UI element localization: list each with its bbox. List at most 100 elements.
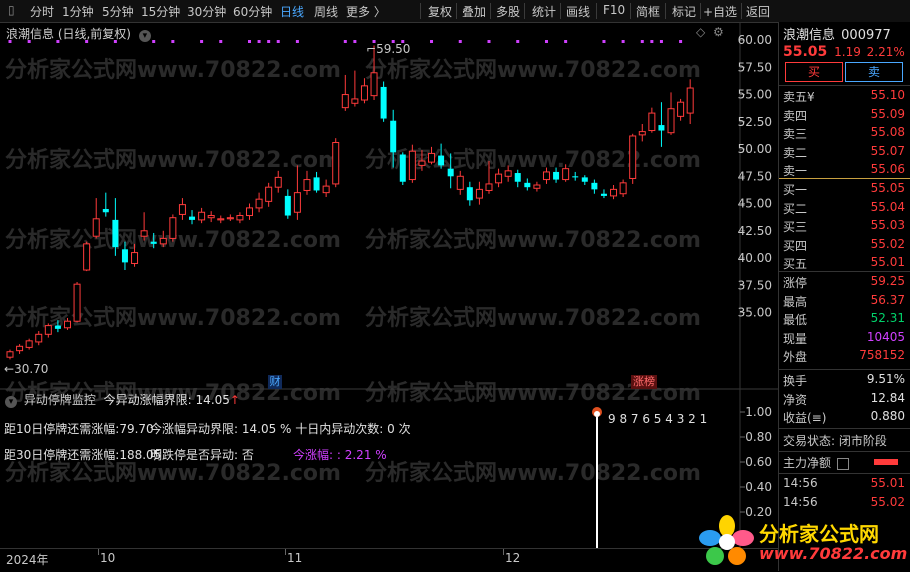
ten-day-label: 距10日停牌还需涨幅: [4, 422, 120, 436]
tab-timeframe-30min[interactable]: 30分钟 [187, 3, 226, 20]
ask-row[interactable]: 卖三 55.08 [783, 125, 907, 143]
ask-label: 卖二 [783, 145, 808, 160]
signal-dot [85, 40, 89, 43]
stat-row[interactable]: 外盘 758152 [783, 348, 907, 366]
today-gain-value: 2.21 % [344, 448, 387, 462]
candle [313, 171, 320, 193]
ask-price: 55.09 [870, 106, 905, 121]
financial-event-marker[interactable]: 财 [268, 375, 282, 389]
candle [189, 210, 196, 225]
tab-timeframe-minute[interactable]: 分时 [30, 3, 54, 20]
tab-timeframe-daily[interactable]: 日线 [280, 3, 304, 20]
tab-timeframe-60min[interactable]: 60分钟 [233, 3, 272, 20]
price-tick-label: 40.00 [738, 251, 772, 265]
restore-rights-button[interactable]: 复权 [428, 3, 452, 20]
tick-row[interactable]: 14:56 55.02 [783, 495, 907, 513]
buy-button[interactable]: 买 [785, 62, 843, 82]
signal-dot [257, 40, 261, 43]
countdown-text: 9 8 7 6 5 4 3 2 1 [608, 412, 708, 426]
fundamental-row[interactable]: 收益(≡) 0.880 [783, 409, 907, 427]
net-flow-bar [874, 459, 898, 465]
indicator-axis: 1.000.800.600.400.20 [740, 405, 772, 519]
tab-timeframe-5min[interactable]: 5分钟 [102, 3, 134, 20]
fundamental-row[interactable]: 净资 12.84 [783, 391, 907, 409]
fundamental-row[interactable]: 换手 9.51% [783, 372, 907, 390]
ask-row[interactable]: 卖四 55.09 [783, 107, 907, 125]
tab-timeframe-15min[interactable]: 15分钟 [141, 3, 180, 20]
price-tick-label: 57.50 [738, 60, 772, 74]
stat-label: 最高 [783, 294, 808, 309]
price-tick-label: 50.00 [738, 142, 772, 156]
ask-row[interactable]: 卖二 55.07 [783, 144, 907, 162]
limit-down-value: 否 [241, 448, 254, 462]
candle [572, 171, 579, 181]
signal-dot [56, 40, 60, 43]
candle [265, 182, 273, 207]
draw-line-button[interactable]: 画线 [566, 3, 590, 20]
price-tick-label: 52.50 [738, 115, 772, 129]
price-axis: 60.00 57.50 55.00 52.50 50.00 47.50 45.00 42.50… [738, 33, 772, 319]
gain-list-event-marker[interactable]: 涨榜 [631, 375, 657, 389]
candle [360, 78, 368, 104]
tab-timeframe-1min[interactable]: 1分钟 [62, 3, 94, 20]
signal-dot [458, 40, 462, 43]
change-percent: 2.21% [866, 45, 905, 59]
bid-row[interactable]: 买四 55.02 [783, 237, 907, 255]
bid-label: 买四 [783, 238, 808, 253]
bid-row[interactable]: 买一 55.05 [783, 181, 907, 199]
candle [638, 123, 646, 142]
candle [667, 92, 675, 135]
ten-day-value: 79.70 [119, 422, 154, 436]
stat-row[interactable]: 现量 10405 [783, 330, 907, 348]
ask-row[interactable]: 卖五¥ 55.10 [783, 88, 907, 106]
stat-value: 758152 [859, 348, 905, 363]
list-icon[interactable] [836, 457, 849, 470]
signal-dot [276, 40, 280, 43]
stat-row[interactable]: 最低 52.31 [783, 311, 907, 329]
tick-row[interactable]: 14:56 55.01 [783, 476, 907, 494]
signal-dot [343, 40, 347, 43]
add-favorite-button[interactable]: +自选 [703, 3, 737, 20]
low-price-label: ←30.70 [4, 362, 48, 376]
tab-timeframe-more[interactable]: 更多 〉 [346, 3, 386, 20]
tab-timeframe-weekly[interactable]: 周线 [314, 3, 338, 20]
candle [553, 167, 560, 183]
chart-canvas[interactable]: 60.00 57.50 55.00 52.50 50.00 47.50 45.00 42.50… [0, 22, 778, 548]
low-price-value: 30.70 [14, 362, 49, 376]
chevron-down-icon[interactable]: ▾ [5, 396, 17, 408]
multi-stock-button[interactable]: 多股 [496, 3, 520, 20]
panel-toggle-icon[interactable]: ▯ [8, 3, 15, 17]
candle [102, 192, 109, 217]
statistics-button[interactable]: 统计 [532, 3, 556, 20]
price-tick-label: 37.50 [738, 278, 772, 292]
signal-dot [200, 40, 204, 43]
candle [562, 164, 570, 182]
candle [112, 198, 119, 256]
tick-price: 55.02 [870, 494, 905, 509]
stat-row[interactable]: 最高 56.37 [783, 293, 907, 311]
signal-dot [27, 40, 31, 43]
back-button[interactable]: 返回 [746, 3, 770, 20]
boundary-label: 今异动涨幅界限: [103, 393, 192, 407]
price-tick-label: 42.50 [738, 224, 772, 238]
bid-row[interactable]: 买三 55.03 [783, 218, 907, 236]
bid-row[interactable]: 买二 55.04 [783, 200, 907, 218]
signal-dot [516, 40, 520, 43]
f10-button[interactable]: F10 [603, 3, 625, 17]
fundamental-label: 收益(≡) [783, 411, 827, 426]
site-logo: 分析家公式网 www.70822.com [697, 514, 907, 568]
indicator-tick-label: 0.80 [745, 430, 772, 444]
mark-button[interactable]: 标记 [672, 3, 696, 20]
overlay-button[interactable]: 叠加 [462, 3, 486, 20]
net-flow-row: 主力净额 [783, 454, 849, 471]
indicator-line-2: 距30日停牌还需涨幅:188.05 [4, 446, 161, 463]
indicator-header: ▾ 异动停牌监控 今异动涨幅界限: 14.05↑ [5, 391, 240, 408]
candle [619, 179, 627, 197]
bid-label: 买五 [783, 257, 808, 272]
sell-button[interactable]: 卖 [845, 62, 903, 82]
candle [121, 241, 128, 271]
simple-frame-button[interactable]: 简框 [636, 3, 660, 20]
bid-price: 55.03 [870, 218, 905, 233]
stat-row[interactable]: 涨停 59.25 [783, 274, 907, 292]
candle [54, 320, 61, 333]
